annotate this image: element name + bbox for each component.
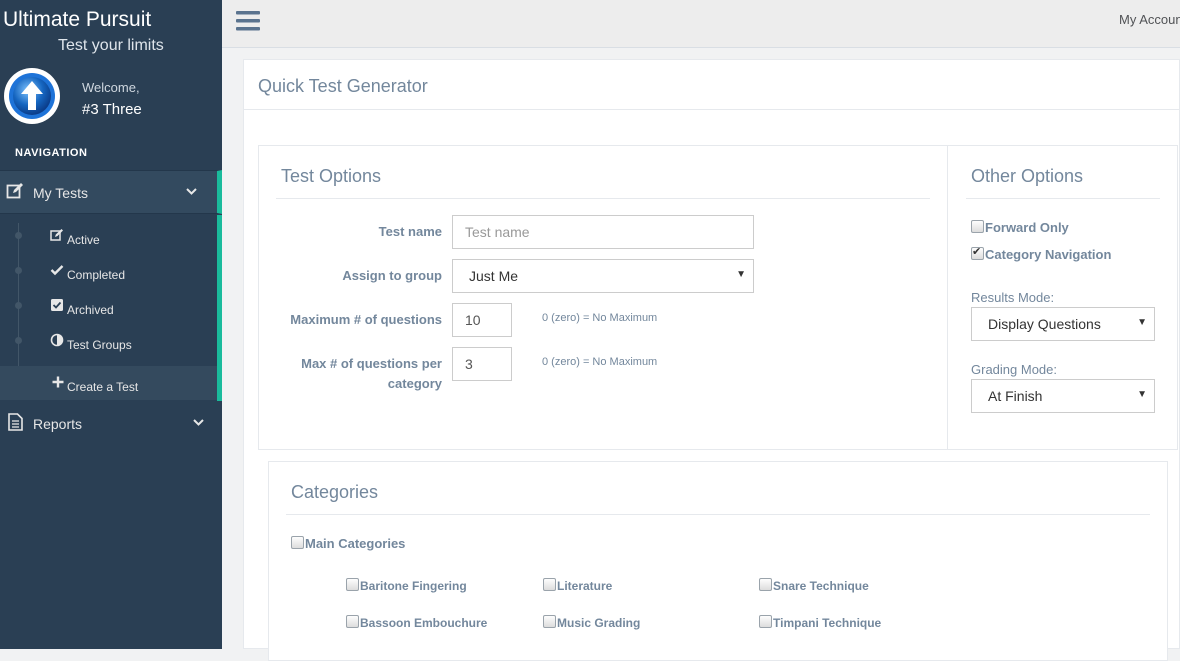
checkbox-icon[interactable]: [759, 578, 772, 591]
max-per-category-hint: 0 (zero) = No Maximum: [542, 356, 658, 368]
checkbox-icon[interactable]: [291, 536, 304, 549]
dropdown-arrow-icon: ▼: [736, 269, 746, 280]
chevron-down-icon: [186, 188, 197, 195]
edit-icon: [50, 229, 63, 241]
other-options-title: Other Options: [971, 166, 1084, 186]
assign-group-value: Just Me: [469, 268, 519, 284]
top-bar: My Account: [222, 0, 1180, 48]
checkbox-icon[interactable]: [759, 615, 772, 628]
submenu-label: Archived: [67, 303, 114, 317]
my-account-link[interactable]: My Account: [1119, 12, 1180, 27]
dropdown-arrow-icon: ▼: [1137, 389, 1147, 400]
max-questions-hint: 0 (zero) = No Maximum: [542, 312, 658, 324]
menu-my-tests-label: My Tests: [33, 185, 88, 201]
submenu-item-create-test[interactable]: Create a Test: [0, 366, 217, 400]
half-circle-icon: [50, 333, 64, 347]
arrow-up-logo-icon: [9, 73, 55, 119]
page-title: Quick Test Generator: [258, 76, 428, 96]
submenu-label: Create a Test: [67, 380, 139, 394]
test-name-input[interactable]: [452, 215, 754, 249]
results-mode-value: Display Questions: [988, 316, 1101, 332]
plus-icon: [52, 376, 64, 388]
brand-title[interactable]: Ultimate Pursuit: [3, 8, 151, 32]
results-mode-label: Results Mode:: [971, 290, 1055, 305]
nav-heading: NAVIGATION: [15, 147, 88, 159]
checkbox-icon[interactable]: [346, 578, 359, 591]
categories-title: Categories: [291, 482, 379, 502]
edit-icon: [6, 183, 23, 199]
my-tests-submenu: Active Completed Archived Test Groups Cr…: [0, 215, 222, 401]
menu-reports-label: Reports: [33, 416, 83, 432]
results-mode-select[interactable]: Display Questions ▼: [971, 307, 1155, 341]
brand-subtitle: Test your limits: [58, 37, 164, 54]
dropdown-arrow-icon: ▼: [1137, 317, 1147, 328]
categories-box: [268, 461, 1168, 661]
category-checkbox[interactable]: Baritone Fingering: [346, 578, 467, 593]
sidebar: Ultimate Pursuit Test your limits Welcom…: [0, 0, 222, 649]
test-options-box: [258, 145, 948, 450]
category-checkbox[interactable]: Timpani Technique: [759, 615, 881, 630]
welcome-text: Welcome,: [82, 80, 140, 95]
max-per-category-label: Max # of questions per category: [301, 356, 442, 391]
submenu-label: Active: [67, 233, 100, 247]
avatar: [4, 68, 60, 124]
category-checkbox[interactable]: Snare Technique: [759, 578, 869, 593]
max-questions-label: Maximum # of questions: [290, 312, 442, 327]
assign-group-select[interactable]: Just Me ▼: [452, 259, 754, 293]
checkbox-icon[interactable]: [543, 578, 556, 591]
menu-toggle-icon[interactable]: [236, 10, 260, 32]
forward-only-checkbox[interactable]: Forward Only: [971, 220, 1069, 235]
test-name-label: Test name: [378, 224, 442, 239]
grading-mode-value: At Finish: [988, 388, 1043, 404]
category-navigation-checkbox[interactable]: Category Navigation: [971, 245, 1111, 262]
category-checkbox[interactable]: Bassoon Embouchure: [346, 615, 487, 630]
submenu-label: Completed: [67, 268, 126, 282]
max-questions-input[interactable]: [452, 303, 512, 337]
submenu-label: Test Groups: [67, 338, 132, 352]
menu-reports[interactable]: Reports: [0, 402, 222, 446]
test-options-title: Test Options: [281, 166, 382, 186]
user-name: #3 Three: [82, 101, 142, 118]
menu-my-tests[interactable]: My Tests: [0, 170, 222, 214]
document-icon: [8, 413, 23, 431]
checkbox-icon[interactable]: [971, 220, 984, 233]
submenu-item-active[interactable]: Active: [0, 219, 217, 253]
checkbox-icon[interactable]: [346, 615, 359, 628]
checkbox-icon: [51, 299, 63, 311]
check-icon: [50, 265, 64, 276]
main-categories-checkbox[interactable]: Main Categories: [291, 536, 405, 551]
grading-mode-label: Grading Mode:: [971, 362, 1057, 377]
submenu-item-test-groups[interactable]: Test Groups: [0, 324, 217, 358]
grading-mode-select[interactable]: At Finish ▼: [971, 379, 1155, 413]
submenu-item-completed[interactable]: Completed: [0, 254, 217, 288]
checkbox-checked-icon[interactable]: [971, 245, 984, 260]
assign-group-label: Assign to group: [342, 268, 442, 283]
chevron-down-icon: [193, 419, 204, 426]
checkbox-icon[interactable]: [543, 615, 556, 628]
submenu-item-archived[interactable]: Archived: [0, 289, 217, 323]
category-checkbox[interactable]: Music Grading: [543, 615, 640, 630]
category-checkbox[interactable]: Literature: [543, 578, 612, 593]
max-per-category-input[interactable]: [452, 347, 512, 381]
